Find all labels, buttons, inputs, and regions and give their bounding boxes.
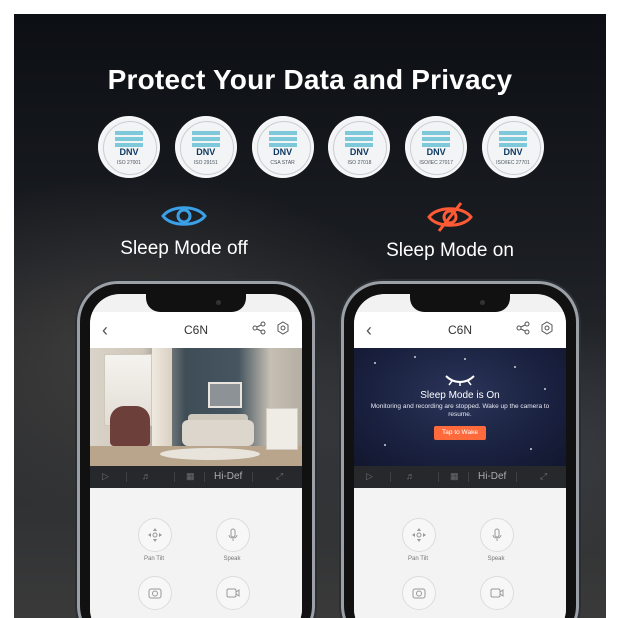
camera-icon bbox=[412, 588, 426, 599]
speak-button[interactable] bbox=[480, 518, 514, 552]
pan-tilt-label: Pan Tilt bbox=[143, 556, 164, 562]
privacy-banner: Protect Your Data and Privacy DNV ISO 270… bbox=[14, 14, 606, 618]
volume-icon[interactable]: ♬ bbox=[142, 471, 151, 481]
mode-on-label: Sleep Mode on bbox=[386, 240, 514, 261]
app-header: ‹ C6N bbox=[90, 312, 302, 348]
speak-button[interactable] bbox=[216, 518, 250, 552]
video-camera-icon bbox=[226, 588, 240, 598]
certification-badges: DNV ISO 27001 DNV ISO 29151 DNV CSA STAR DN… bbox=[98, 116, 544, 178]
sleep-description: Monitoring and recording are stopped. Wa… bbox=[370, 403, 550, 418]
dnv-badge: DNV ISO/IEC 27701 bbox=[481, 116, 544, 178]
sleep-title: Sleep Mode is On bbox=[420, 390, 500, 401]
phone-sleep-off: ‹ C6N ▷ ♬ ▦ Hi-Def ⤢ Pan Tilt Speak bbox=[80, 284, 312, 618]
snapshot-button[interactable] bbox=[138, 576, 172, 610]
page: Protect Your Data and Privacy DNV ISO 270… bbox=[0, 0, 620, 618]
fullscreen-icon[interactable]: ⤢ bbox=[276, 471, 283, 482]
gear-icon[interactable] bbox=[276, 321, 290, 335]
record-button[interactable] bbox=[216, 576, 250, 610]
camera-icon bbox=[148, 588, 162, 599]
play-icon[interactable]: ▷ bbox=[102, 471, 109, 482]
headline: Protect Your Data and Privacy bbox=[107, 64, 513, 95]
tap-to-wake-button[interactable]: Tap to Wake bbox=[434, 426, 486, 440]
dnv-badge: DNV ISO 29151 bbox=[174, 116, 237, 178]
closed-eyes-icon bbox=[445, 375, 475, 386]
app-header: ‹ C6N bbox=[354, 312, 566, 348]
quality-toggle[interactable]: Hi-Def bbox=[478, 471, 506, 482]
dnv-badge: DNV ISO 27018 bbox=[328, 116, 391, 178]
microphone-icon bbox=[492, 528, 502, 541]
dnv-badge: DNV CSA STAR bbox=[251, 116, 314, 178]
pan-tilt-icon bbox=[148, 528, 162, 542]
speak-label: Speak bbox=[223, 556, 241, 562]
quality-toggle[interactable]: Hi-Def bbox=[214, 471, 242, 482]
video-controls: ▷ ♬ ▦ Hi-Def ⤢ bbox=[354, 466, 566, 488]
dnv-badge: DNV ISO/IEC 27017 bbox=[405, 116, 468, 178]
device-name: C6N bbox=[447, 323, 472, 337]
phone-screen: ‹ C6N ▷ ♬ ▦ Hi-Def ⤢ Pan Tilt Speak bbox=[90, 294, 302, 618]
volume-icon[interactable]: ♬ bbox=[406, 471, 415, 481]
phone-screen: ‹ C6N Sleep Mode is On Monitoring and re… bbox=[354, 294, 566, 618]
record-button[interactable] bbox=[480, 576, 514, 610]
control-panel: Pan Tilt Speak bbox=[90, 488, 302, 618]
camera-live-view[interactable] bbox=[90, 348, 302, 466]
pan-tilt-button[interactable] bbox=[138, 518, 172, 552]
microphone-icon bbox=[228, 528, 238, 541]
sleep-mode-on: Sleep Mode on bbox=[360, 202, 540, 262]
share-icon[interactable] bbox=[516, 321, 530, 335]
sleep-mode-screen: Sleep Mode is On Monitoring and recordin… bbox=[354, 348, 566, 466]
phone-sleep-on: ‹ C6N Sleep Mode is On Monitoring and re… bbox=[344, 284, 576, 618]
share-icon[interactable] bbox=[252, 321, 266, 335]
pan-tilt-label: Pan Tilt bbox=[407, 556, 428, 562]
mode-off-label: Sleep Mode off bbox=[120, 238, 248, 259]
snapshot-button[interactable] bbox=[402, 576, 436, 610]
play-icon[interactable]: ▷ bbox=[366, 471, 373, 482]
eye-slash-icon bbox=[427, 202, 473, 232]
video-controls: ▷ ♬ ▦ Hi-Def ⤢ bbox=[90, 466, 302, 488]
gear-icon[interactable] bbox=[540, 321, 554, 335]
layout-icon[interactable]: ▦ bbox=[186, 471, 195, 482]
speak-label: Speak bbox=[487, 556, 505, 562]
fullscreen-icon[interactable]: ⤢ bbox=[540, 471, 547, 482]
layout-icon[interactable]: ▦ bbox=[450, 471, 459, 482]
pan-tilt-icon bbox=[412, 528, 426, 542]
sleep-mode-off: Sleep Mode off bbox=[94, 202, 274, 260]
control-panel: Pan Tilt Speak bbox=[354, 488, 566, 618]
dnv-badge: DNV ISO 27001 bbox=[98, 116, 160, 178]
pan-tilt-button[interactable] bbox=[402, 518, 436, 552]
video-camera-icon bbox=[490, 588, 504, 598]
device-name: C6N bbox=[183, 323, 208, 337]
eye-icon bbox=[161, 206, 207, 226]
